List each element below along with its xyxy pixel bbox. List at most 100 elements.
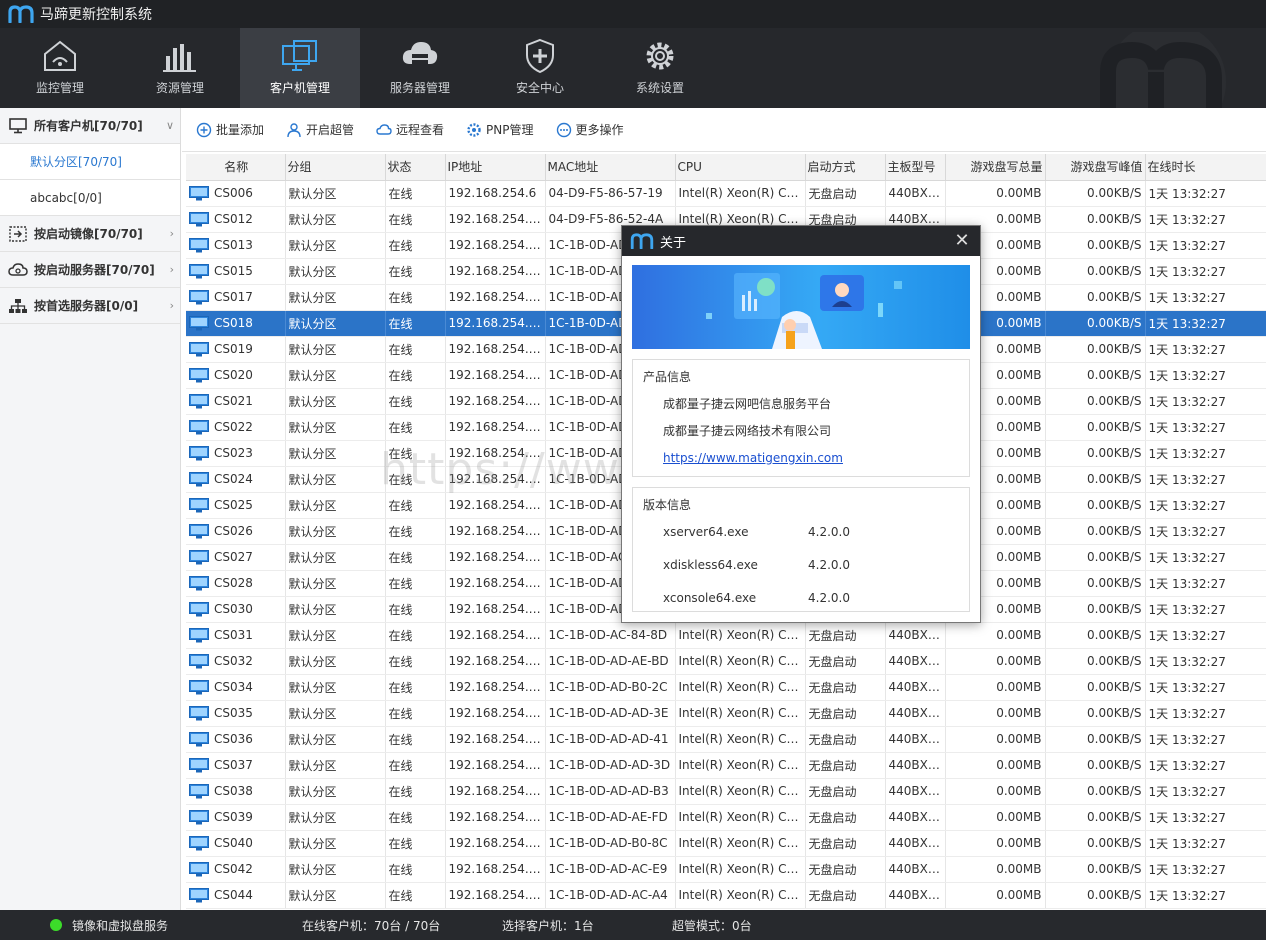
- cell-status: 在线: [385, 518, 446, 545]
- cell-uptime: 1天 13:32:27: [1145, 752, 1266, 779]
- website-link[interactable]: https://www.matigengxin.com: [663, 451, 843, 465]
- client-name: CS006: [214, 185, 253, 200]
- cell-group: 默认分区: [285, 362, 386, 389]
- cell-uptime: 1天 13:32:27: [1145, 388, 1266, 415]
- cell-name: CS024: [186, 466, 286, 493]
- cell-write-peak: 0.00KB/S: [1045, 518, 1146, 545]
- cell-status: 在线: [385, 466, 446, 493]
- nav-server[interactable]: 服务器管理: [360, 28, 480, 108]
- cell-write-peak: 0.00KB/S: [1045, 492, 1146, 519]
- cell-cpu: Intel(R) Xeon(R) CP...: [675, 804, 806, 831]
- more-actions-button[interactable]: 更多操作: [556, 121, 624, 138]
- col-header-ip[interactable]: IP地址: [445, 154, 546, 181]
- table-row[interactable]: CS039 默认分区 在线 192.168.254.39 1C-1B-0D-AD-AE-…: [186, 804, 1266, 831]
- monitor-icon: [282, 40, 317, 71]
- cell-name: CS031: [186, 622, 286, 649]
- cell-write-peak: 0.00KB/S: [1045, 674, 1146, 701]
- pnp-button[interactable]: PNP管理: [466, 121, 534, 138]
- button-label: 更多操作: [575, 123, 624, 137]
- cell-group: 默认分区: [285, 804, 386, 831]
- cell-board: 440BX ...: [885, 752, 946, 779]
- super-admin-button[interactable]: 开启超管: [286, 121, 354, 138]
- table-row[interactable]: CS036 默认分区 在线 192.168.254.36 1C-1B-0D-AD-AD-…: [186, 726, 1266, 753]
- table-header-row: 名称 分组 状态 IP地址 MAC地址 CPU 启动方式 主板型号 游戏盘写总量…: [186, 154, 1266, 181]
- cell-status: 在线: [385, 284, 446, 311]
- col-header-group[interactable]: 分组: [285, 154, 386, 181]
- sidebar: 所有客户机[70/70] ∨ 默认分区[70/70] abcabc[0/0] 按…: [0, 108, 181, 910]
- table-row[interactable]: CS032 默认分区 在线 192.168.254.32 1C-1B-0D-AD-AE-…: [186, 648, 1266, 675]
- cell-write-total: 0.00MB: [945, 882, 1046, 909]
- sidebar-subitem-default-zone[interactable]: 默认分区[70/70]: [0, 144, 180, 180]
- cell-name: CS012: [186, 206, 286, 233]
- table-row[interactable]: CS037 默认分区 在线 192.168.254.37 1C-1B-0D-AD-AD-…: [186, 752, 1266, 779]
- nav-monitor[interactable]: 监控管理: [0, 28, 120, 108]
- nav-label: 安全中心: [515, 81, 564, 95]
- col-header-uptime[interactable]: 在线时长: [1145, 154, 1266, 181]
- table-row[interactable]: CS006 默认分区 在线 192.168.254.6 04-D9-F5-86-57-1…: [186, 180, 1266, 207]
- sidebar-item-all-clients[interactable]: 所有客户机[70/70] ∨: [0, 108, 180, 144]
- col-header-cpu[interactable]: CPU: [675, 154, 806, 181]
- cell-uptime: 1天 13:32:27: [1145, 622, 1266, 649]
- cell-group: 默认分区: [285, 388, 386, 415]
- selected-clients-count: 选择客户机：1台: [502, 918, 594, 933]
- cell-boot: 无盘启动: [805, 856, 886, 883]
- sidebar-item-by-image[interactable]: 按启动镜像[70/70] ›: [0, 216, 180, 252]
- batch-add-button[interactable]: 批量添加: [196, 121, 264, 138]
- status-bar: 镜像和虚拟盘服务 在线客户机：70台 / 70台 选择客户机：1台 超管模式：0…: [0, 910, 1266, 940]
- cell-group: 默认分区: [285, 518, 386, 545]
- cell-write-peak: 0.00KB/S: [1045, 726, 1146, 753]
- sidebar-item-by-preferred[interactable]: 按首选服务器[0/0] ›: [0, 288, 180, 324]
- client-name: CS021: [214, 393, 253, 408]
- cell-name: CS042: [186, 856, 286, 883]
- table-row[interactable]: CS035 默认分区 在线 192.168.254.35 1C-1B-0D-AD-AD-…: [186, 700, 1266, 727]
- cell-status: 在线: [385, 726, 446, 753]
- house-monitor-icon: [44, 40, 76, 71]
- table-row[interactable]: CS042 默认分区 在线 192.168.254.42 1C-1B-0D-AD-AC-…: [186, 856, 1266, 883]
- nav-label: 资源管理: [155, 81, 204, 95]
- table-row[interactable]: CS034 默认分区 在线 192.168.254.34 1C-1B-0D-AD-B0-…: [186, 674, 1266, 701]
- cell-uptime: 1天 13:32:27: [1145, 726, 1266, 753]
- close-icon[interactable]: ✕: [952, 231, 972, 251]
- client-name: CS039: [214, 809, 253, 824]
- col-header-write-total[interactable]: 游戏盘写总量: [945, 154, 1046, 181]
- image-boot-icon: [8, 225, 28, 243]
- cell-group: 默认分区: [285, 856, 386, 883]
- table-row[interactable]: CS040 默认分区 在线 192.168.254.40 1C-1B-0D-AD-B0-…: [186, 830, 1266, 857]
- cell-group: 默认分区: [285, 622, 386, 649]
- col-header-boot[interactable]: 启动方式: [805, 154, 886, 181]
- mati-logo-icon: [630, 233, 654, 249]
- cell-status: 在线: [385, 544, 446, 571]
- nav-client[interactable]: 客户机管理: [240, 28, 360, 108]
- cell-status: 在线: [385, 440, 446, 467]
- table-row[interactable]: CS031 默认分区 在线 192.168.254.31 1C-1B-0D-AC-84-…: [186, 622, 1266, 649]
- col-header-mac[interactable]: MAC地址: [545, 154, 676, 181]
- cell-group: 默认分区: [285, 700, 386, 727]
- cell-ip: 192.168.254.21: [445, 388, 546, 415]
- cell-mac: 1C-1B-0D-AD-AC-A4: [545, 882, 676, 909]
- super-mode-count: 超管模式：0台: [672, 918, 752, 933]
- cell-uptime: 1天 13:32:27: [1145, 492, 1266, 519]
- cell-mac: 1C-1B-0D-AD-AE-FD: [545, 804, 676, 831]
- client-name: CS025: [214, 497, 253, 512]
- cell-uptime: 1天 13:32:27: [1145, 804, 1266, 831]
- cell-write-total: 0.00MB: [945, 648, 1046, 675]
- col-header-name[interactable]: 名称: [186, 154, 286, 181]
- nav-security[interactable]: 安全中心: [480, 28, 600, 108]
- table-row[interactable]: CS038 默认分区 在线 192.168.254.38 1C-1B-0D-AD-AD-…: [186, 778, 1266, 805]
- col-header-status[interactable]: 状态: [385, 154, 446, 181]
- nav-settings[interactable]: 系统设置: [600, 28, 720, 108]
- client-name: CS024: [214, 471, 253, 486]
- sidebar-subitem-abcabc[interactable]: abcabc[0/0]: [0, 180, 180, 216]
- remote-view-button[interactable]: 远程查看: [376, 121, 444, 138]
- sidebar-item-label: abcabc[0/0]: [30, 190, 102, 205]
- cell-uptime: 1天 13:32:27: [1145, 570, 1266, 597]
- cell-group: 默认分区: [285, 648, 386, 675]
- col-header-board[interactable]: 主板型号: [885, 154, 946, 181]
- user-icon: [287, 122, 301, 137]
- col-header-write-peak[interactable]: 游戏盘写峰值: [1045, 154, 1146, 181]
- client-name: CS012: [214, 211, 253, 226]
- nav-resource[interactable]: 资源管理: [120, 28, 240, 108]
- cell-mac: 1C-1B-0D-AD-AD-3E: [545, 700, 676, 727]
- sidebar-item-by-server[interactable]: 按启动服务器[70/70] ›: [0, 252, 180, 288]
- table-row[interactable]: CS044 默认分区 在线 192.168.254.44 1C-1B-0D-AD-AC-…: [186, 882, 1266, 909]
